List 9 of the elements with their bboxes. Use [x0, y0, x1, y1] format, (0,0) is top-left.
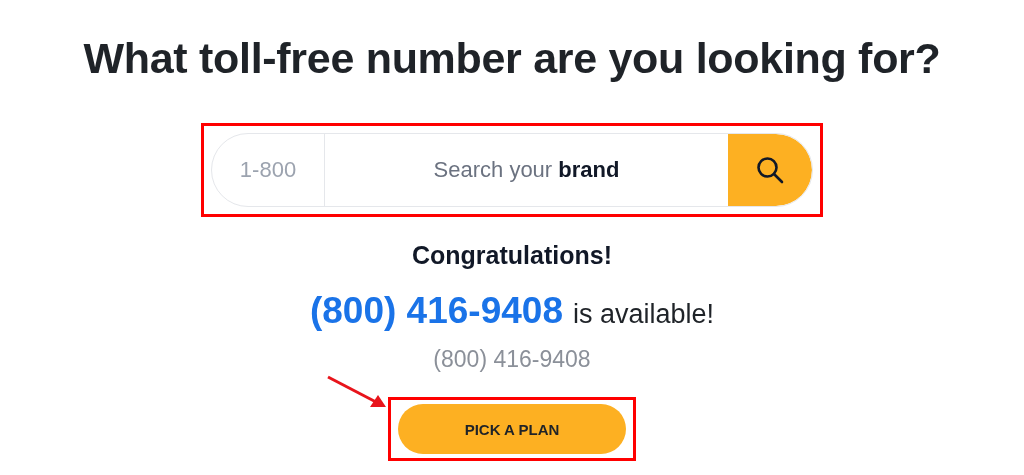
page-heading: What toll-free number are you looking for? [83, 34, 941, 84]
pick-plan-button[interactable]: PICK A PLAN [398, 404, 626, 455]
search-icon [755, 155, 785, 186]
phone-number-secondary: (800) 416-9408 [433, 346, 591, 374]
phone-number: (800) 416-9408 [309, 290, 563, 333]
search-button[interactable] [728, 134, 812, 207]
result-title: Congratulations! [412, 241, 612, 271]
search-field[interactable]: Search your brand [325, 134, 728, 207]
availability-text: is available! [572, 299, 715, 331]
